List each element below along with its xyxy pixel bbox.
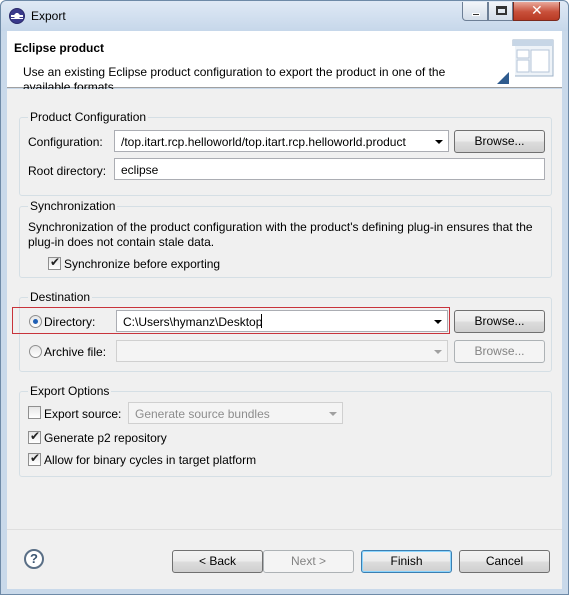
close-icon: ✕ [531, 3, 543, 19]
finish-button[interactable]: Finish [361, 550, 452, 573]
export-wizard-icon [497, 39, 554, 86]
back-button[interactable]: < Back [172, 550, 263, 573]
help-icon[interactable]: ? [24, 549, 44, 569]
root-directory-value: eclipse [121, 163, 159, 177]
maximize-icon [496, 6, 507, 15]
export-options-group: Export Options Export source: Generate s… [19, 384, 552, 477]
archive-file-label[interactable]: Archive file: [44, 345, 106, 359]
chevron-down-icon[interactable] [435, 140, 443, 144]
source-bundles-value: Generate source bundles [135, 407, 270, 421]
eclipse-icon [9, 8, 25, 24]
title-bar[interactable]: Export ✕ [1, 1, 568, 31]
minimize-button[interactable] [462, 2, 488, 21]
group-label: Destination [28, 290, 93, 304]
wizard-content: Product Configuration Configuration: /to… [7, 89, 562, 529]
synchronize-label[interactable]: Synchronize before exporting [64, 257, 220, 271]
window-title: Export [31, 9, 66, 23]
wizard-title: Eclipse product [14, 41, 105, 55]
directory-radio[interactable] [29, 315, 42, 328]
cancel-button[interactable]: Cancel [459, 550, 550, 573]
group-label: Product Configuration [28, 110, 149, 124]
directory-label[interactable]: Directory: [44, 315, 95, 329]
archive-browse-button: Browse... [454, 340, 545, 363]
destination-group: Destination Directory: C:\Users\hymanz\D… [12, 290, 552, 372]
group-label: Synchronization [28, 199, 118, 213]
wizard-banner: Eclipse product Use an existing Eclipse … [7, 31, 562, 94]
close-button[interactable]: ✕ [513, 2, 560, 21]
next-button: Next > [263, 550, 354, 573]
binary-cycles-label[interactable]: Allow for binary cycles in target platfo… [44, 453, 256, 467]
minimize-icon [472, 13, 480, 16]
export-source-checkbox[interactable] [28, 406, 41, 419]
generate-p2-checkbox[interactable] [28, 429, 41, 444]
root-directory-field[interactable]: eclipse [114, 158, 545, 180]
export-source-label[interactable]: Export source: [44, 407, 121, 421]
binary-cycles-checkbox[interactable] [28, 451, 41, 466]
configuration-combo[interactable]: /top.itart.rcp.helloworld/top.itart.rcp.… [114, 130, 449, 152]
synchronization-group: Synchronization Synchronization of the p… [19, 199, 552, 278]
chevron-down-icon [329, 412, 337, 416]
directory-value: C:\Users\hymanz\Desktop [123, 315, 263, 329]
configuration-label: Configuration: [28, 135, 103, 149]
synchronize-checkbox[interactable] [48, 255, 61, 270]
export-dialog: Export ✕ Eclipse product Use an existing… [0, 0, 569, 595]
chevron-down-icon [434, 350, 442, 354]
generate-p2-label[interactable]: Generate p2 repository [44, 431, 167, 445]
product-configuration-group: Product Configuration Configuration: /to… [19, 110, 552, 196]
configuration-value: /top.itart.rcp.helloworld/top.itart.rcp.… [121, 135, 406, 149]
chevron-down-icon[interactable] [434, 320, 442, 324]
source-bundles-combo: Generate source bundles [128, 402, 343, 424]
archive-file-combo [116, 340, 448, 362]
synchronization-description: Synchronization of the product configura… [28, 220, 533, 249]
directory-combo[interactable]: C:\Users\hymanz\Desktop [116, 310, 448, 332]
button-bar: ? < Back Next > Finish Cancel [7, 529, 562, 589]
directory-browse-button[interactable]: Browse... [454, 310, 545, 333]
maximize-button[interactable] [488, 2, 513, 21]
group-label: Export Options [28, 384, 112, 398]
text-caret [261, 314, 262, 328]
archive-file-radio[interactable] [29, 345, 42, 358]
configuration-browse-button[interactable]: Browse... [454, 130, 545, 153]
root-directory-label: Root directory: [28, 164, 107, 178]
